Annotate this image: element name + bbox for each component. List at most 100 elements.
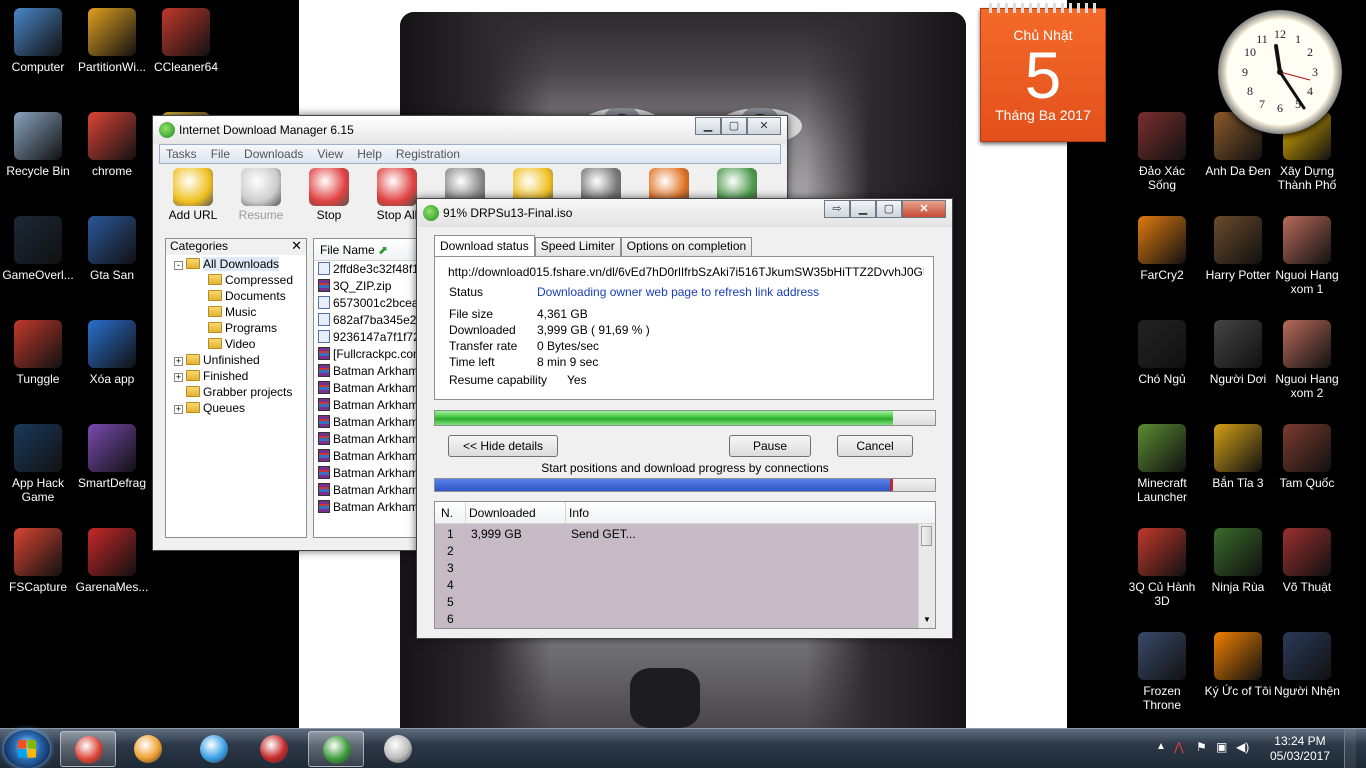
show-hidden-icons-icon[interactable]: ▲ <box>1156 741 1166 752</box>
desktop-icon-gameoverl[interactable]: GameOverl... <box>0 216 76 282</box>
action-center-icon[interactable]: ⚑ <box>1196 740 1207 754</box>
stop-button[interactable]: Stop <box>295 168 363 222</box>
expand-toggle-icon[interactable]: + <box>174 373 183 382</box>
taskbar-download-button[interactable] <box>186 731 242 767</box>
conn-column-info[interactable]: Info <box>569 506 589 520</box>
desktop-icon-nguoi-doi[interactable]: Người Dơi <box>1200 320 1276 386</box>
close-button[interactable]: ✕ <box>902 200 946 218</box>
desktop-icon-minecraft-launcher[interactable]: Minecraft Launcher <box>1124 424 1200 504</box>
category-grabber-projects[interactable]: Grabber projects <box>174 384 292 400</box>
start-button[interactable] <box>4 730 50 768</box>
idm-titlebar[interactable]: Internet Download Manager 6.15 ▁ ▢ ✕ <box>153 116 787 144</box>
scroll-down-icon[interactable]: ▼ <box>923 615 931 624</box>
desktop-icon-ccleaner64[interactable]: CCleaner64 <box>148 8 224 74</box>
connections-scrollbar[interactable]: ▼ <box>918 524 935 628</box>
file-row[interactable]: 6573001c2bcea8 <box>314 295 416 312</box>
taskbar-chrome-button[interactable] <box>60 731 116 767</box>
desktop-icon-frozen-throne[interactable]: Frozen Throne <box>1124 632 1200 712</box>
close-categories-icon[interactable]: ✕ <box>291 238 302 254</box>
file-name-column-header[interactable]: File Name <box>320 243 375 257</box>
file-row[interactable]: 682af7ba345e2d <box>314 312 416 329</box>
minimize-button[interactable]: ▁ <box>850 200 876 218</box>
desktop-icon-3q-cu-hanh-3d[interactable]: 3Q Củ Hành 3D <box>1124 528 1200 608</box>
category-queues[interactable]: + Queues <box>174 400 245 416</box>
expand-toggle-icon[interactable]: + <box>174 357 183 366</box>
tab-speed-limiter[interactable]: Speed Limiter <box>534 237 621 256</box>
desktop-icon-tam-quoc[interactable]: Tam Quốc <box>1269 424 1345 490</box>
desktop-icon-smartdefrag[interactable]: SmartDefrag <box>74 424 150 490</box>
conn-column-n[interactable]: N. <box>441 506 453 520</box>
desktop-icon-garenames[interactable]: GarenaMes... <box>74 528 150 594</box>
file-row[interactable]: Batman Arkham C <box>314 380 416 397</box>
menu-help[interactable]: Help <box>357 147 382 161</box>
file-row[interactable]: Batman Arkham C <box>314 414 416 431</box>
desktop-icon-farcry2[interactable]: FarCry2 <box>1124 216 1200 282</box>
dialog-titlebar[interactable]: 91% DRPSu13-Final.iso ⇨ ▁ ▢ ✕ <box>417 199 952 227</box>
menu-downloads[interactable]: Downloads <box>244 147 303 161</box>
file-row[interactable]: [Fullcrackpc.com <box>314 346 416 363</box>
maximize-button[interactable]: ▢ <box>721 117 747 135</box>
pause-button[interactable]: Pause <box>729 435 811 457</box>
desktop-icon-computer[interactable]: Computer <box>0 8 76 74</box>
taskbar-unikey-button[interactable] <box>246 731 302 767</box>
expand-toggle-icon[interactable]: - <box>174 261 183 270</box>
resume-button[interactable]: Resume <box>227 168 295 222</box>
calendar-gadget[interactable]: Chủ Nhật 5 Tháng Ba 2017 <box>980 3 1106 142</box>
menu-tasks[interactable]: Tasks <box>166 147 197 161</box>
expand-toggle-icon[interactable]: + <box>174 405 183 414</box>
desktop-icon-vo-thuat[interactable]: Võ Thuật <box>1269 528 1345 594</box>
file-row[interactable]: Batman Arkham C <box>314 363 416 380</box>
desktop-icon-cho-ngu[interactable]: Chó Ngủ <box>1124 320 1200 386</box>
desktop-icon-partitionwi[interactable]: PartitionWi... <box>74 8 150 74</box>
desktop-icon-gta-san[interactable]: Gta San <box>74 216 150 282</box>
desktop-icon-tunggle[interactable]: Tunggle <box>0 320 76 386</box>
minimize-to-tray-button[interactable]: ⇨ <box>824 200 850 218</box>
taskbar-media-player-button[interactable] <box>120 731 176 767</box>
category-compressed[interactable]: Compressed <box>208 272 293 288</box>
taskbar-idm-button[interactable] <box>308 731 364 767</box>
add-url-button[interactable]: Add URL <box>159 168 227 222</box>
taskbar-clock[interactable]: 13:24 PM 05/03/2017 <box>1270 734 1330 764</box>
desktop-icon-ky-uc-of-toi[interactable]: Ký Ức of Tôi <box>1200 632 1276 698</box>
desktop-icon-recycle-bin[interactable]: Recycle Bin <box>0 112 76 178</box>
volume-icon[interactable]: ◀) <box>1236 740 1249 754</box>
file-row[interactable]: 2ffd8e3c32f48f1 <box>314 261 416 278</box>
desktop-icon-nguoi-nhen[interactable]: Người Nhện <box>1269 632 1345 698</box>
file-row[interactable]: Batman Arkham C <box>314 499 416 516</box>
download-progress-dialog[interactable]: 91% DRPSu13-Final.iso ⇨ ▁ ▢ ✕ Download s… <box>416 198 953 639</box>
cancel-button[interactable]: Cancel <box>837 435 913 457</box>
category-video[interactable]: Video <box>208 336 255 352</box>
hide-details-button[interactable]: << Hide details <box>448 435 558 457</box>
desktop-icon-harry-potter[interactable]: Harry Potter <box>1200 216 1276 282</box>
desktop-icon-ninja-rua[interactable]: Ninja Rùa <box>1200 528 1276 594</box>
desktop-icon-ban-tia-3[interactable]: Bắn Tỉa 3 <box>1200 424 1276 490</box>
clock-gadget[interactable]: 12 1 2 345 678 9 10 11 <box>1218 10 1342 134</box>
file-row[interactable]: Batman Arkham C <box>314 431 416 448</box>
file-row[interactable]: 9236147a7f1f72 <box>314 329 416 346</box>
category-music[interactable]: Music <box>208 304 256 320</box>
tab-download-status[interactable]: Download status <box>434 235 535 256</box>
menu-file[interactable]: File <box>211 147 230 161</box>
category-documents[interactable]: Documents <box>208 288 286 304</box>
desktop-icon-chrome[interactable]: chrome <box>74 112 150 178</box>
category-all-downloads[interactable]: - All Downloads <box>174 256 280 272</box>
desktop-icon-app-hack-game[interactable]: App Hack Game <box>0 424 76 504</box>
menu-registration[interactable]: Registration <box>396 147 460 161</box>
unikey-tray-icon[interactable]: ⋀ <box>1174 740 1184 754</box>
desktop-icon-dao-xac-song[interactable]: Đảo Xác Sống <box>1124 112 1200 192</box>
network-icon[interactable]: ▣ <box>1216 740 1227 754</box>
show-desktop-button[interactable] <box>1344 729 1356 768</box>
maximize-button[interactable]: ▢ <box>876 200 902 218</box>
file-row[interactable]: Batman Arkham C <box>314 397 416 414</box>
file-row[interactable]: Batman Arkham C <box>314 448 416 465</box>
taskbar-gamepad-button[interactable] <box>370 731 426 767</box>
category-finished[interactable]: + Finished <box>174 368 248 384</box>
file-row[interactable]: 3Q_ZIP.zip <box>314 278 416 295</box>
desktop-icon-fscapture[interactable]: FSCapture <box>0 528 76 594</box>
tab-options-on-completion[interactable]: Options on completion <box>620 237 753 256</box>
desktop-icon-xoa-app[interactable]: Xóa app <box>74 320 150 386</box>
desktop-icon-nguoi-hang-xom-1[interactable]: Nguoi Hang xom 1 <box>1269 216 1345 296</box>
close-button[interactable]: ✕ <box>747 117 781 135</box>
file-row[interactable]: Batman Arkham C <box>314 482 416 499</box>
minimize-button[interactable]: ▁ <box>695 117 721 135</box>
